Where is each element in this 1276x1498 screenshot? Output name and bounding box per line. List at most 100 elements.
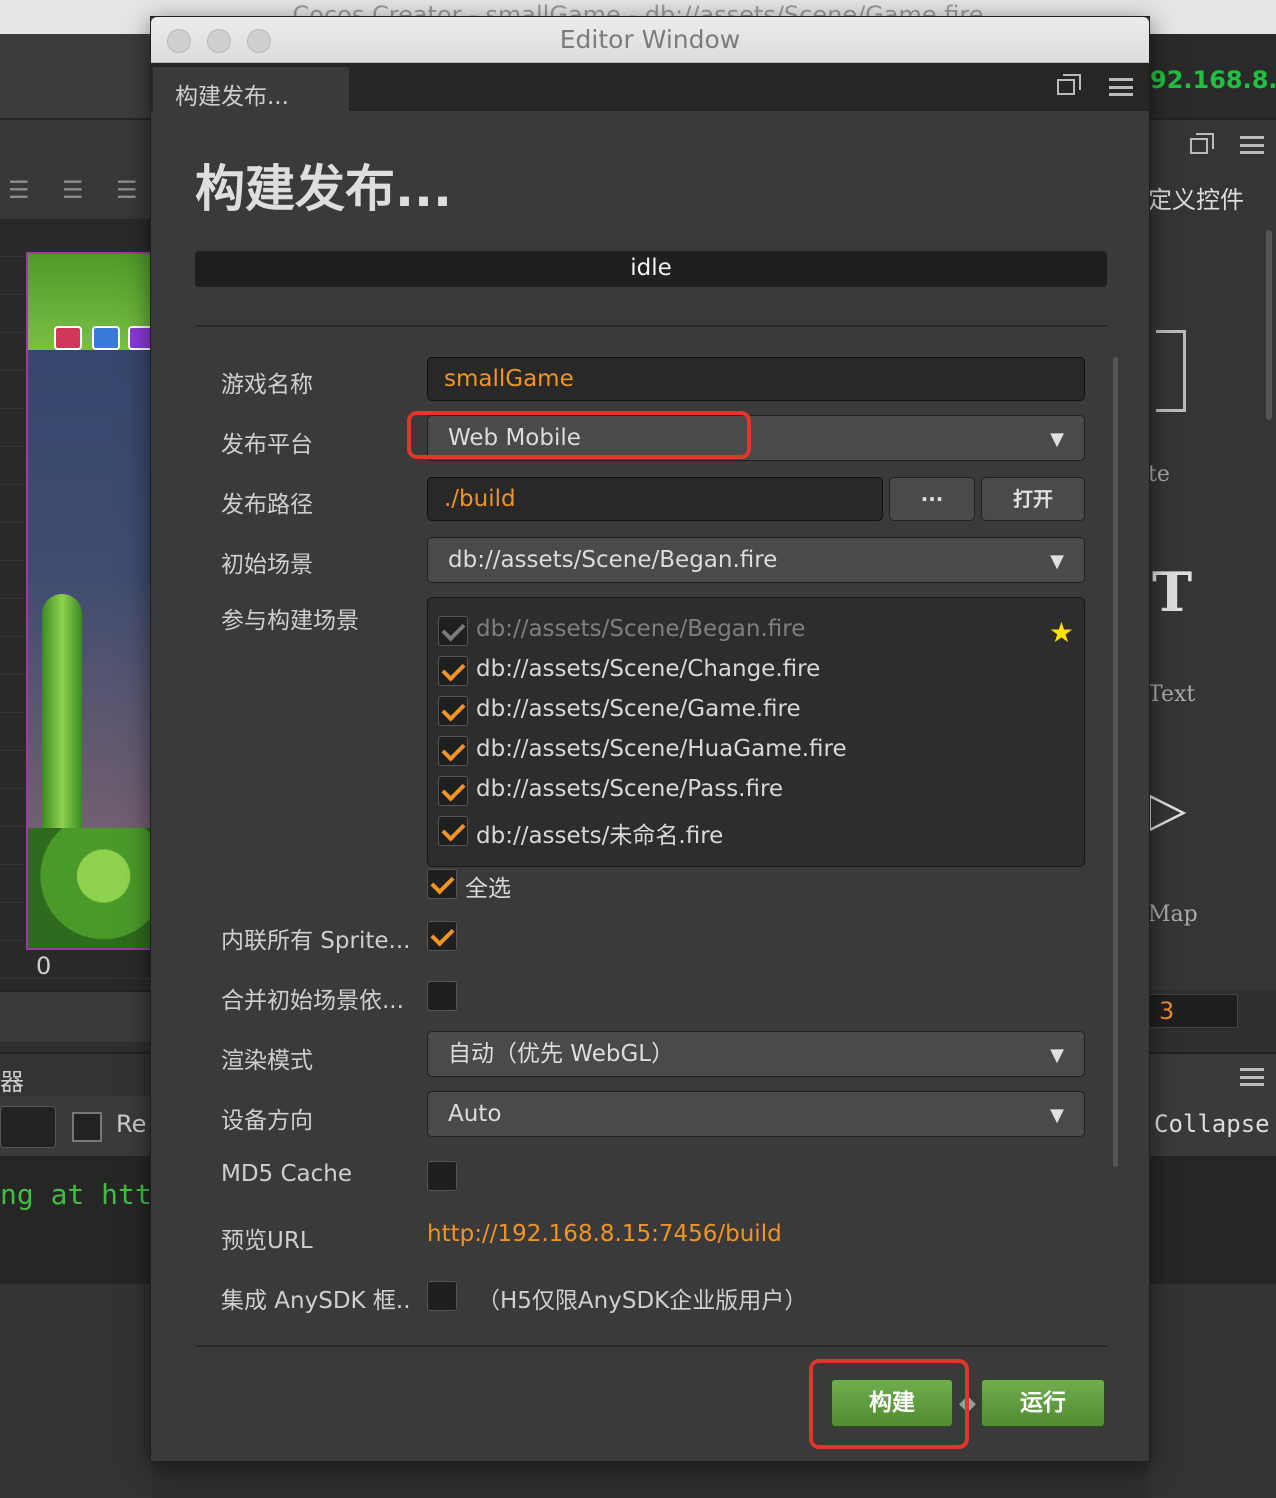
scene-footer bbox=[0, 990, 152, 1042]
browse-path-button[interactable]: ··· bbox=[889, 477, 975, 521]
game-canvas-preview bbox=[26, 252, 152, 950]
open-folder-button[interactable]: 打开 bbox=[981, 477, 1085, 521]
console-line: ng at htt bbox=[0, 1178, 152, 1211]
menu-icon[interactable] bbox=[1240, 1068, 1264, 1086]
number-field[interactable]: 3 bbox=[1148, 994, 1238, 1028]
scene-path: db://assets/Scene/HuaGame.fire bbox=[476, 736, 847, 762]
panel-menu-icon[interactable] bbox=[1109, 78, 1133, 96]
orientation-select[interactable]: Auto ▼ bbox=[427, 1091, 1085, 1137]
select-all-checkbox[interactable] bbox=[427, 869, 457, 899]
start-scene-select[interactable]: db://assets/Scene/Began.fire ▼ bbox=[427, 537, 1085, 583]
build-status-bar: idle bbox=[195, 251, 1107, 287]
divider bbox=[195, 325, 1107, 327]
console-output-right bbox=[1148, 1156, 1276, 1284]
text-widget-icon[interactable]: T bbox=[1152, 560, 1192, 624]
map-widget-label: Map bbox=[1148, 902, 1198, 927]
preview-url-link[interactable]: http://192.168.8.15:7456/build bbox=[427, 1221, 782, 1247]
align-toolbar: ☰ ☰ ☰ bbox=[0, 118, 152, 218]
text-widget-label: Text bbox=[1148, 682, 1196, 707]
render-mode-label: 渲染模式 bbox=[221, 1048, 313, 1074]
preview-ip: 92.168.8.1 bbox=[1150, 66, 1276, 94]
highlight-build bbox=[809, 1359, 969, 1449]
dropdown-arrow-icon: ▼ bbox=[1050, 429, 1064, 450]
preview-url-label: 预览URL bbox=[221, 1228, 313, 1254]
console-output: ng at htt bbox=[0, 1156, 152, 1284]
render-mode-value: 自动（优先 WebGL） bbox=[448, 1041, 675, 1067]
widget-library-panel: 定义控件 te T Text ▷ Map bbox=[1148, 118, 1276, 990]
page-title: 构建发布... bbox=[195, 160, 452, 218]
game-name-input[interactable]: smallGame bbox=[427, 357, 1085, 401]
scene-path: db://assets/未命名.fire bbox=[476, 823, 724, 849]
window-titlebar[interactable]: Editor Window bbox=[151, 17, 1149, 63]
render-mode-select[interactable]: 自动（优先 WebGL） ▼ bbox=[427, 1031, 1085, 1077]
popout-icon[interactable] bbox=[1190, 133, 1214, 154]
console-tab-label: 器 bbox=[0, 1068, 24, 1096]
regex-label: Re bbox=[116, 1110, 147, 1138]
orientation-value: Auto bbox=[448, 1101, 502, 1127]
build-path-input[interactable]: ./build bbox=[427, 477, 883, 521]
game-name-label: 游戏名称 bbox=[221, 372, 313, 398]
start-scene-value: db://assets/Scene/Began.fire bbox=[448, 547, 778, 573]
start-scene-label: 初始场景 bbox=[221, 552, 313, 578]
scene-checkbox[interactable] bbox=[438, 736, 468, 766]
tile-icon bbox=[128, 326, 152, 350]
ground-bubbles bbox=[28, 828, 152, 948]
start-scene-star-icon: ★ bbox=[1048, 616, 1074, 649]
scene-checkbox[interactable] bbox=[438, 816, 468, 846]
anysdk-checkbox[interactable] bbox=[427, 1281, 457, 1311]
editor-window: Editor Window 构建发布... 构建发布... idle 游戏名称 … bbox=[150, 16, 1150, 1462]
align-right-icon[interactable]: ☰ bbox=[116, 176, 138, 204]
custom-controls-header: 定义控件 bbox=[1148, 186, 1244, 214]
form-scrollbar[interactable] bbox=[1113, 357, 1118, 1167]
merge-start-scene-label: 合并初始场景依... bbox=[221, 988, 404, 1014]
panel-scrollbar[interactable] bbox=[1266, 230, 1272, 420]
toolbar-right: 92.168.8.1 bbox=[1148, 34, 1276, 118]
scene-path: db://assets/Scene/Game.fire bbox=[476, 696, 801, 722]
anysdk-label: 集成 AnySDK 框.. bbox=[221, 1288, 411, 1314]
tab-build[interactable]: 构建发布... bbox=[153, 67, 349, 113]
included-scenes-label: 参与构建场景 bbox=[221, 608, 359, 634]
divider bbox=[195, 1345, 1107, 1347]
console-tab[interactable]: 器 bbox=[0, 1052, 152, 1096]
md5-cache-checkbox[interactable] bbox=[427, 1161, 457, 1191]
dropdown-arrow-icon: ▼ bbox=[1050, 1105, 1064, 1126]
select-all-toggle[interactable]: 全选 bbox=[427, 869, 627, 903]
map-widget-icon[interactable]: ▷ bbox=[1148, 780, 1186, 838]
console-right-toolbar: Collapse bbox=[1148, 1052, 1276, 1156]
highlight-platform bbox=[407, 411, 751, 459]
left-toolbar-area bbox=[0, 34, 152, 118]
dropdown-arrow-icon: ▼ bbox=[1050, 551, 1064, 572]
align-center-icon[interactable]: ☰ bbox=[62, 176, 84, 204]
dropdown-arrow-icon: ▼ bbox=[1050, 1045, 1064, 1066]
right-bottom-area bbox=[1148, 1284, 1276, 1498]
anysdk-note: （H5仅限AnySDK企业版用户） bbox=[477, 1288, 808, 1314]
tab-build-label: 构建发布... bbox=[175, 84, 289, 110]
scene-checkbox[interactable] bbox=[438, 776, 468, 806]
tile-icon bbox=[54, 326, 82, 350]
scene-checkbox[interactable] bbox=[438, 696, 468, 726]
panel-tabbar: 构建发布... bbox=[151, 63, 1149, 113]
regex-checkbox[interactable] bbox=[72, 1112, 102, 1142]
tile-icon bbox=[92, 326, 120, 350]
scene-path: db://assets/Scene/Change.fire bbox=[476, 656, 821, 682]
orientation-label: 设备方向 bbox=[221, 1108, 313, 1134]
inline-sprite-checkbox[interactable] bbox=[427, 921, 457, 951]
scene-path: db://assets/Scene/Pass.fire bbox=[476, 776, 784, 802]
menu-icon[interactable] bbox=[1240, 136, 1264, 154]
console-filter-input[interactable] bbox=[0, 1106, 56, 1148]
scene-path: db://assets/Scene/Began.fire bbox=[476, 616, 806, 642]
sprite-widget-icon[interactable] bbox=[1156, 330, 1186, 412]
left-bottom-area bbox=[0, 1284, 152, 1498]
inline-sprite-label: 内联所有 Sprite... bbox=[221, 928, 411, 954]
align-left-icon[interactable]: ☰ bbox=[8, 176, 30, 204]
scene-checkbox[interactable] bbox=[438, 656, 468, 686]
select-all-label: 全选 bbox=[465, 876, 511, 902]
collapse-button[interactable]: Collapse bbox=[1154, 1110, 1270, 1138]
scene-list: db://assets/Scene/Began.fire ★ db://asse… bbox=[427, 597, 1085, 867]
build-path-label: 发布路径 bbox=[221, 492, 313, 518]
run-button[interactable]: 运行 bbox=[981, 1379, 1105, 1427]
md5-cache-label: MD5 Cache bbox=[221, 1161, 353, 1187]
number-field-value: 3 bbox=[1159, 997, 1175, 1025]
merge-start-scene-checkbox[interactable] bbox=[427, 981, 457, 1011]
popout-icon[interactable] bbox=[1057, 74, 1081, 95]
